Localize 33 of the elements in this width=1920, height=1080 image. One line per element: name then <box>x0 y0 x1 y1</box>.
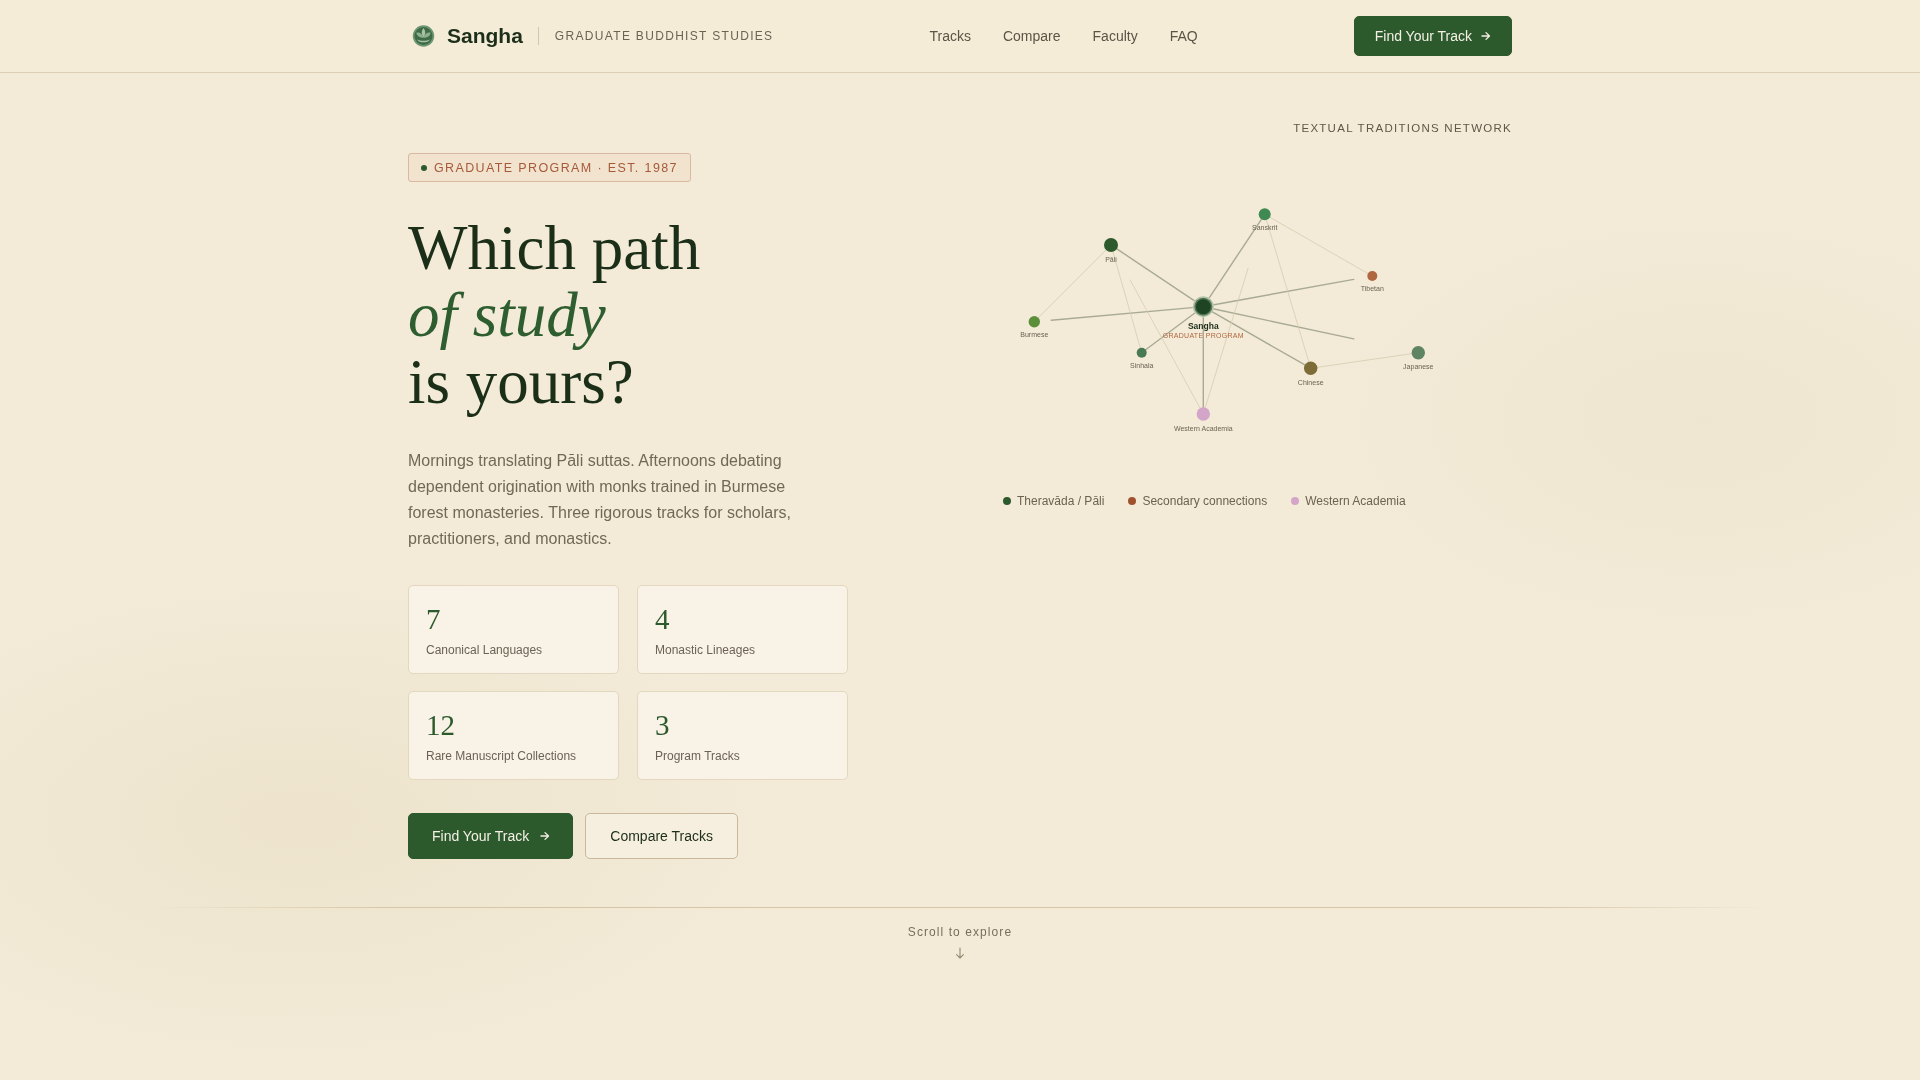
stat-value: 4 <box>655 605 671 634</box>
legend-dot-icon <box>1291 497 1300 505</box>
legend-dot-icon <box>1128 497 1137 505</box>
brand-name: Sangha <box>447 24 523 48</box>
scroll-hint-text: Scroll to explore <box>907 924 1013 940</box>
stat-value: 12 <box>426 711 456 740</box>
legend-dot-icon <box>1003 497 1011 505</box>
arrow-down-icon <box>955 947 965 959</box>
find-track-button[interactable]: Find Your Track <box>1353 16 1512 56</box>
nav-link[interactable]: Tracks <box>929 28 971 44</box>
arrow-right-icon <box>540 831 551 841</box>
lotus-icon <box>412 24 435 48</box>
dot-icon <box>421 164 427 171</box>
stat-label: Monastic Lineages <box>655 642 757 658</box>
nav-link[interactable]: Faculty <box>1092 28 1138 44</box>
network-title: TEXTUAL TRADITIONS NETWORK <box>1293 121 1512 136</box>
brand-tagline: GRADUATE BUDDHIST STUDIES <box>554 29 774 43</box>
stat-label: Canonical Languages <box>426 642 544 658</box>
stat-label: Rare Manuscript Collections <box>426 748 578 764</box>
stat-value: 3 <box>655 711 671 740</box>
compare-tracks-button[interactable]: Compare Tracks <box>585 813 738 859</box>
stat-label: Program Tracks <box>655 748 741 764</box>
nav-link[interactable]: FAQ <box>1169 28 1198 44</box>
intro-paragraph: Mornings translating Pāli suttas. Afternoons debating dependent origination with monks trained in Burmese forest monasteries. Three rigorous tracks for scholars, practitioners, and monastics. <box>408 451 792 549</box>
find-track-button[interactable]: Find Your Track <box>408 813 574 859</box>
hero-heading: Which path of study is yours? <box>408 215 702 416</box>
legend-label: Western Academia <box>1305 493 1406 509</box>
legend-label: Theravāda / Pāli <box>1017 493 1105 509</box>
arrow-right-icon <box>1481 31 1491 41</box>
badge-text: GRADUATE PROGRAM · EST. 1987 <box>434 160 678 175</box>
nav-link[interactable]: Compare <box>1002 28 1061 44</box>
stat-value: 7 <box>426 605 442 634</box>
legend-label: Secondary connections <box>1142 493 1268 509</box>
